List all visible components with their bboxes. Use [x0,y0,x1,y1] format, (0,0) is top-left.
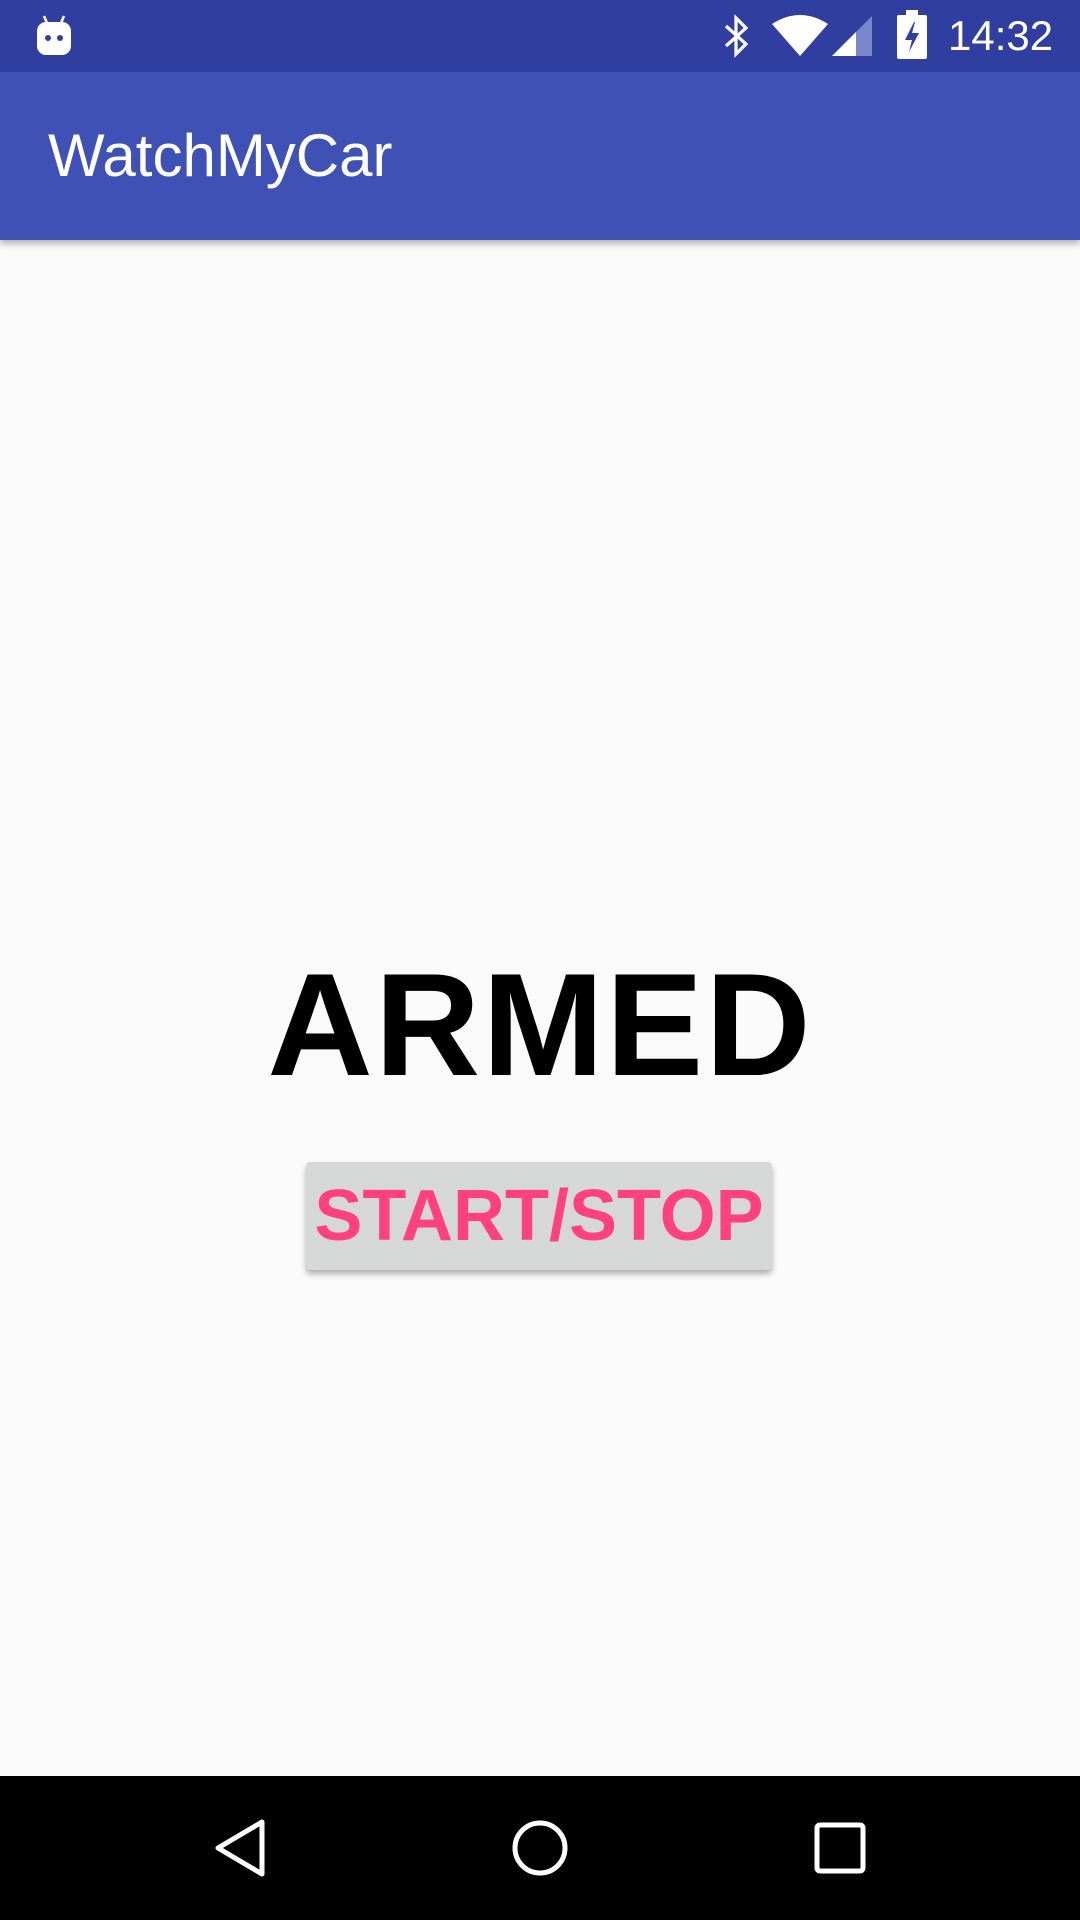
recents-button[interactable] [768,1776,912,1920]
status-bar: 14:32 [0,0,1080,72]
home-icon [512,1820,568,1876]
back-icon [215,1819,265,1877]
app-title: WatchMyCar [48,122,393,189]
home-button[interactable] [468,1776,612,1920]
start-stop-button[interactable]: START/STOP [306,1162,772,1270]
recents-icon [814,1822,866,1874]
cell-signal-icon [832,16,872,56]
android-notification-icon [37,15,71,55]
battery-charging-icon [897,10,927,59]
status-bar-clock: 14:32 [948,12,1054,59]
bluetooth-icon [724,14,749,58]
alarm-status-text: ARMED [267,943,813,1106]
navigation-bar [0,1776,1080,1920]
app-bar: WatchMyCar [0,72,1080,240]
app-screen: 14:32 WatchMyCar ARMED START/STOP [0,0,1080,1920]
wifi-icon [772,15,828,56]
back-button[interactable] [168,1776,312,1920]
